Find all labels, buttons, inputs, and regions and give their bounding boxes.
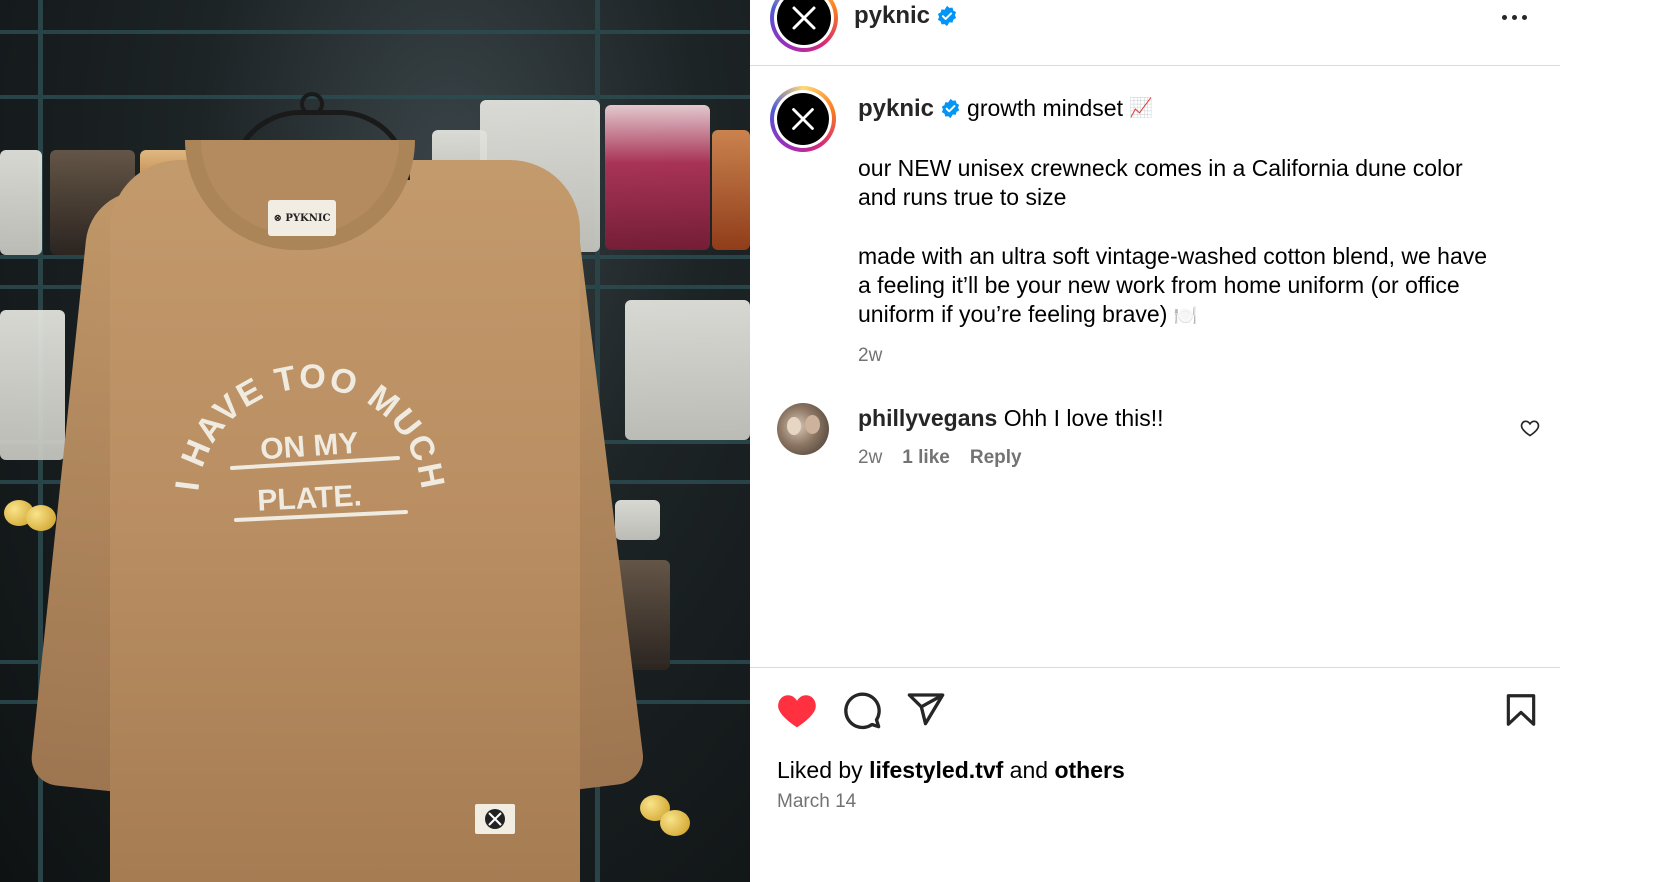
more-dot-icon	[1502, 14, 1507, 20]
heart-filled-icon	[778, 695, 816, 728]
comment-age[interactable]: 2w	[858, 447, 882, 469]
more-dot-icon	[1512, 14, 1517, 20]
deli-container	[0, 150, 42, 255]
share-button[interactable]	[906, 690, 946, 735]
sweater-print-graphic: I HAVE TOO MUCH ON MY PLATE.	[170, 358, 450, 522]
deli-container	[615, 500, 660, 540]
instagram-post-view: ⊗ PYKNIC I HAVE TOO MUCH ON MY PLATE. py…	[0, 0, 1656, 882]
comment-reply-button[interactable]: Reply	[970, 447, 1022, 469]
likes-prefix: Liked by	[777, 757, 863, 783]
comment-meta: 2w 1 like Reply	[858, 447, 1022, 469]
caption-line: made with an ultra soft vintage-washed c…	[858, 243, 1488, 269]
caption-line: a feeling it’ll be your new work from ho…	[858, 272, 1460, 298]
page-margin	[1560, 0, 1656, 882]
comment-username[interactable]: phillyvegans	[858, 405, 997, 431]
comment-icon	[844, 692, 881, 730]
avatar-face	[805, 415, 820, 434]
more-dot-icon	[1522, 14, 1527, 20]
fork-knife-logo-icon	[792, 108, 814, 130]
print-text-bottom: PLATE.	[256, 479, 362, 517]
lemon	[660, 810, 690, 836]
caption-lead-text: growth mindset	[967, 95, 1123, 121]
post-details-panel: pyknic pyknic growth mindset 📈 our NEW u…	[750, 0, 1560, 882]
heart-outline-icon	[1520, 420, 1540, 437]
shelf-wire	[0, 30, 750, 34]
paper-plane-icon	[907, 693, 945, 726]
author-avatar-header[interactable]	[770, 0, 838, 52]
likes-summary: Liked by lifestyled.tvf and others	[777, 757, 1125, 784]
bookmark-icon	[1506, 694, 1536, 726]
storage-bin	[625, 300, 750, 440]
more-options-button[interactable]	[1502, 10, 1536, 24]
verified-badge-icon	[937, 5, 957, 27]
deli-container	[712, 130, 750, 250]
sweater-hem-tag	[475, 804, 515, 834]
caption-author-username[interactable]: pyknic	[858, 94, 934, 123]
save-button[interactable]	[1502, 690, 1540, 735]
caption-line: our NEW unisex crewneck comes in a Calif…	[858, 155, 1463, 181]
deli-container	[605, 105, 710, 250]
caption-header-line: pyknic growth mindset 📈	[858, 94, 1538, 123]
likes-others-link[interactable]: others	[1054, 757, 1124, 783]
storage-bin	[0, 310, 65, 460]
caption-age[interactable]: 2w	[858, 341, 1538, 370]
author-username-header[interactable]: pyknic	[854, 2, 930, 30]
pyknic-logo-icon	[485, 809, 505, 829]
caption-line: and runs true to size	[858, 184, 1067, 210]
caption-line-text: uniform if you’re feeling brave)	[858, 301, 1168, 327]
likes-user-link[interactable]: lifestyled.tvf	[869, 757, 1003, 783]
avatar-face	[787, 417, 801, 435]
likes-middle: and	[1009, 757, 1049, 783]
post-header: pyknic	[750, 0, 1560, 66]
lemon	[26, 505, 56, 531]
author-avatar-caption[interactable]	[770, 86, 836, 152]
sweater-neck-tag: ⊗ PYKNIC	[268, 200, 336, 236]
caption-line: uniform if you’re feeling brave) 🍽️	[858, 300, 1538, 331]
shelf-wire	[0, 95, 750, 99]
comment-item: phillyvegans Ohh I love this!!	[858, 404, 1498, 433]
commenter-avatar[interactable]	[777, 403, 829, 455]
action-bar-divider	[750, 667, 1560, 668]
hanger-hook	[300, 92, 324, 116]
comment-likes[interactable]: 1 like	[902, 447, 950, 469]
post-photo[interactable]: ⊗ PYKNIC I HAVE TOO MUCH ON MY PLATE.	[0, 0, 750, 882]
post-caption: pyknic growth mindset 📈 our NEW unisex c…	[858, 92, 1538, 370]
svg-text:I HAVE TOO MUCH: I HAVE TOO MUCH	[170, 358, 450, 493]
comment-text: Ohh I love this!!	[1003, 405, 1164, 431]
print-text-arc: I HAVE TOO MUCH	[170, 358, 450, 493]
fork-knife-logo-icon	[792, 6, 816, 30]
comment-button[interactable]	[842, 690, 882, 735]
chart-increasing-emoji: 📈	[1129, 98, 1153, 119]
like-button[interactable]	[776, 690, 818, 735]
verified-badge-icon	[941, 98, 960, 119]
post-date[interactable]: March 14	[777, 791, 856, 813]
plate-emoji: 🍽️	[1173, 306, 1198, 327]
comment-like-button[interactable]	[1520, 418, 1540, 443]
